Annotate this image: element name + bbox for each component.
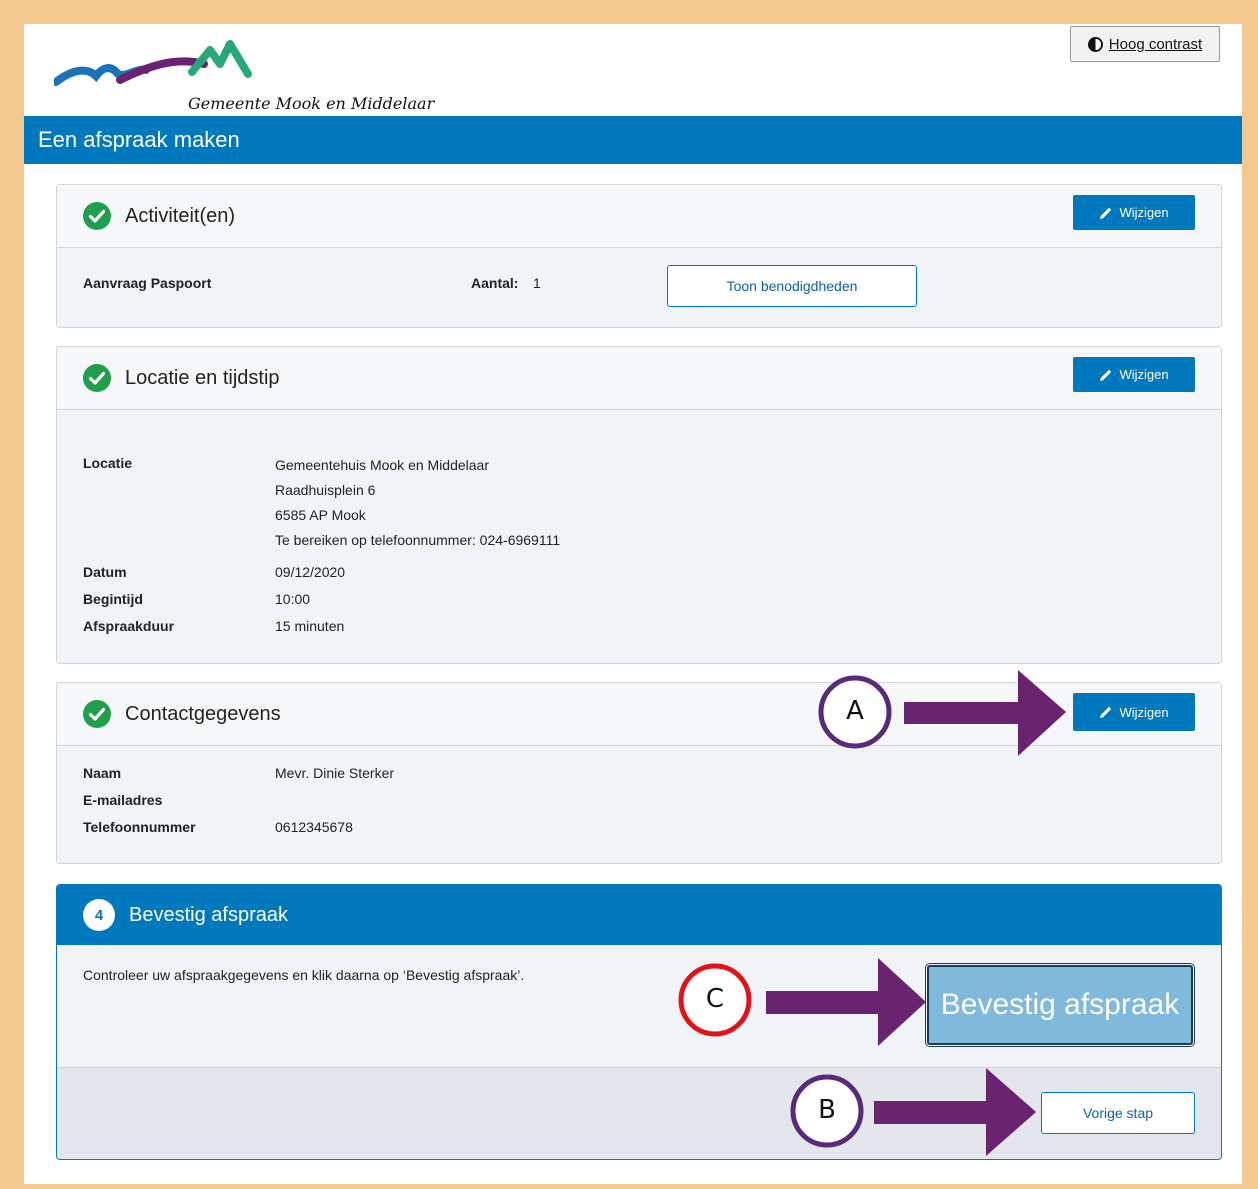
activities-panel: Activiteit(en) Wijzigen Aanvraag Paspoor…	[56, 184, 1222, 328]
annotation-label-b: B	[818, 1095, 836, 1125]
count-value: 1	[533, 275, 541, 291]
edit-activities-button[interactable]: Wijzigen	[1073, 195, 1195, 230]
check-circle-icon	[83, 364, 111, 392]
edit-label: Wijzigen	[1119, 205, 1169, 220]
pencil-icon	[1100, 369, 1112, 381]
location-panel: Locatie en tijdstip Wijzigen Locatie Gem…	[56, 346, 1222, 664]
confirm-title: Bevestig afspraak	[129, 903, 288, 926]
date-value: 09/12/2020	[275, 564, 346, 580]
pencil-icon	[1100, 207, 1112, 219]
annotation-label-a: A	[846, 696, 864, 726]
app-frame: Gemeente Mook en Middelaar Hoog contrast…	[24, 24, 1242, 1184]
activities-header: Activiteit(en) Wijzigen	[57, 185, 1221, 248]
name-label: Naam	[83, 765, 122, 781]
high-contrast-button[interactable]: Hoog contrast	[1070, 26, 1220, 62]
annotation-label-c: C	[705, 984, 725, 1014]
logo-text: Gemeente Mook en Middelaar	[188, 94, 435, 113]
show-requirements-button[interactable]: Toon benodigdheden	[667, 265, 917, 307]
contrast-icon	[1087, 36, 1103, 52]
count-label: Aantal:	[471, 275, 519, 291]
previous-step-label: Vorige stap	[1082, 1105, 1154, 1121]
confirm-header: 4 Bevestig afspraak	[57, 885, 1221, 945]
pencil-icon	[1100, 706, 1112, 718]
confirm-appointment-button[interactable]: Bevestig afspraak	[925, 963, 1195, 1047]
duration-value: 15 minuten	[275, 618, 345, 634]
phone-label: Telefoonnummer	[83, 819, 196, 835]
edit-location-button[interactable]: Wijzigen	[1073, 357, 1195, 392]
location-title: Locatie en tijdstip	[125, 366, 280, 389]
date-label: Datum	[83, 564, 127, 580]
duration-label: Afspraakduur	[83, 618, 175, 634]
contact-title: Contactgegevens	[125, 702, 281, 725]
high-contrast-label: Hoog contrast	[1108, 35, 1203, 53]
check-circle-icon	[83, 202, 111, 230]
location-line: Gemeentehuis Mook en Middelaar	[275, 457, 490, 473]
start-time-label: Begintijd	[83, 591, 143, 607]
start-time-value: 10:00	[275, 591, 311, 607]
contact-panel: Contactgegevens Wijzigen Naam Mevr. Dini…	[56, 682, 1222, 864]
previous-step-button[interactable]: Vorige stap	[1041, 1092, 1195, 1134]
page-title-text: Een afspraak maken	[38, 127, 240, 152]
name-value: Mevr. Dinie Sterker	[275, 765, 395, 781]
email-label: E-mailadres	[83, 792, 163, 808]
step-number: 4	[94, 906, 104, 924]
confirm-appointment-label: Bevestig afspraak	[940, 988, 1180, 1021]
location-line: Raadhuisplein 6	[275, 482, 376, 498]
confirm-body: Controleer uw afspraakgegevens en klik d…	[57, 945, 1221, 1068]
page-title: Een afspraak maken	[24, 116, 1242, 164]
confirm-footer: Vorige stap	[57, 1068, 1221, 1159]
edit-label: Wijzigen	[1119, 367, 1169, 382]
confirm-panel: 4 Bevestig afspraak Controleer uw afspra…	[56, 884, 1222, 1160]
confirm-instruction: Controleer uw afspraakgegevens en klik d…	[83, 967, 525, 983]
edit-label: Wijzigen	[1119, 704, 1169, 720]
edit-contact-button[interactable]: Wijzigen	[1073, 693, 1195, 731]
contact-header: Contactgegevens Wijzigen	[57, 683, 1221, 746]
show-requirements-label: Toon benodigdheden	[726, 278, 858, 294]
municipality-logo[interactable]: Gemeente Mook en Middelaar	[54, 38, 434, 124]
check-circle-icon	[83, 700, 111, 728]
location-label: Locatie	[83, 455, 133, 471]
location-line: Te bereiken op telefoonnummer: 024-69691…	[275, 532, 561, 548]
step-number-badge: 4	[83, 899, 115, 931]
activity-name: Aanvraag Paspoort	[83, 275, 212, 291]
location-header: Locatie en tijdstip Wijzigen	[57, 347, 1221, 410]
activities-title: Activiteit(en)	[125, 204, 236, 227]
phone-value: 0612345678	[275, 819, 353, 835]
logo-wave-icon	[54, 40, 252, 86]
location-line: 6585 AP Mook	[275, 507, 366, 523]
